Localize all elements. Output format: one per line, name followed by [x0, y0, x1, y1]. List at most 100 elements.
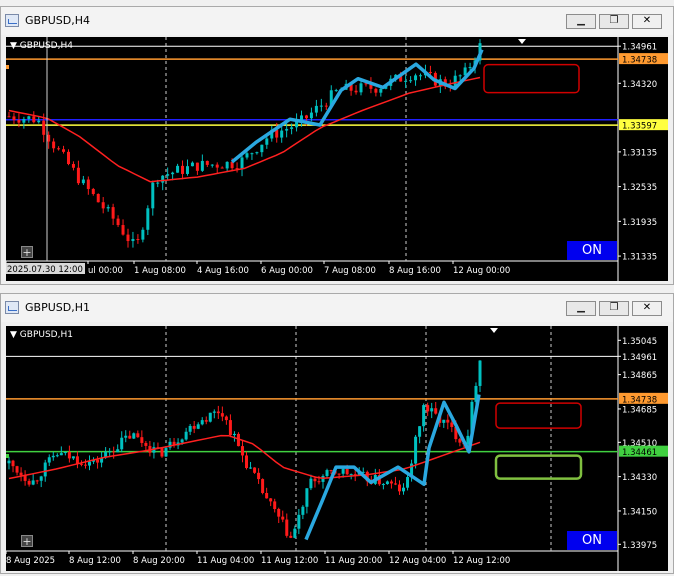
candle-body	[212, 411, 216, 413]
chart-window-icon	[5, 301, 19, 314]
candle-body	[96, 193, 100, 203]
on-toggle-button[interactable]: ON	[567, 531, 617, 550]
candle-body	[190, 162, 194, 167]
candle-body	[136, 239, 140, 241]
on-toggle-button[interactable]: ON	[567, 241, 617, 260]
price-chart-h4[interactable]: 1.34961 1.34738 1.34320 1.33597 1.33135 1.325…	[6, 37, 668, 281]
crosshair-time-label: 2025.07.30 12:00	[7, 265, 83, 275]
candle-body	[329, 470, 333, 472]
candle-body	[325, 470, 329, 476]
crosshair-toggle-icon[interactable]: +	[21, 535, 33, 547]
candle-body	[422, 405, 426, 427]
time-axis-label: 8 Aug 12:00	[69, 556, 121, 566]
minimize-button[interactable]: ▁	[566, 14, 596, 29]
candle-body	[301, 506, 305, 515]
candle-body	[200, 160, 204, 171]
candle-body	[55, 455, 59, 457]
level-marker	[6, 454, 9, 458]
symbol-text: GBPUSD,H1	[19, 330, 73, 340]
candle-body	[402, 487, 406, 492]
candle-body	[37, 120, 41, 123]
candle-body	[146, 208, 150, 230]
candle-body	[290, 127, 294, 129]
price-axis-label: 1.34150	[622, 507, 657, 517]
minimize-button[interactable]: ▁	[566, 301, 596, 316]
candle-body	[285, 519, 289, 536]
close-button[interactable]: ✕	[632, 301, 662, 316]
candle-body	[397, 484, 401, 492]
candle-body	[47, 134, 51, 142]
candle-body	[166, 174, 170, 176]
price-tag-label: 1.33597	[622, 122, 657, 132]
candle-body	[47, 457, 51, 463]
candle-body	[43, 462, 47, 477]
candle-body	[319, 105, 323, 107]
candle-body	[51, 455, 55, 458]
candle-body	[225, 161, 229, 169]
candle-body	[108, 451, 112, 453]
candle-body	[374, 88, 378, 93]
candle-body	[11, 460, 15, 467]
window-titlebar[interactable]: GBPUSD,H4 ▁ ❐ ✕	[1, 7, 673, 35]
chart-window-icon	[5, 14, 19, 27]
candle-body	[116, 218, 120, 226]
candle-body	[42, 120, 46, 135]
candle-body	[317, 481, 321, 483]
candle-body	[208, 412, 212, 422]
time-axis-label: 8 Aug 16:00	[389, 266, 441, 276]
candle-body	[215, 164, 219, 168]
price-tag-label: 1.34738	[622, 56, 657, 66]
shift-marker-icon	[518, 39, 526, 44]
candle-body	[88, 461, 92, 466]
candle-body	[285, 128, 289, 131]
window-titlebar[interactable]: GBPUSD,H1 ▁ ❐ ✕	[1, 294, 673, 322]
price-axis-label: 1.34961	[622, 43, 657, 53]
candle-body	[426, 405, 430, 412]
candle-body	[200, 420, 204, 425]
candle-body	[83, 464, 87, 466]
candle-body	[141, 229, 145, 240]
candle-body	[269, 498, 273, 502]
candle-body	[224, 416, 228, 421]
candle-body	[171, 172, 175, 175]
candle-body	[22, 118, 26, 123]
time-axis-label: 7 Aug 08:00	[324, 266, 376, 276]
candle-body	[128, 435, 132, 439]
candle-body	[341, 468, 345, 474]
price-chart-h1[interactable]: 1.35045 1.34961 1.34865 1.34738 1.34685 1.345…	[6, 326, 668, 571]
candle-body	[273, 501, 277, 510]
price-axis-label: 1.31335	[622, 253, 657, 263]
price-axis-label: 1.32535	[622, 183, 657, 193]
candle-body	[337, 473, 341, 475]
level-marker	[6, 65, 9, 69]
candle-body	[111, 207, 115, 219]
candle-body	[414, 436, 418, 464]
candle-body	[27, 116, 31, 119]
candle-body	[32, 116, 36, 123]
candle-body	[121, 225, 125, 235]
candle-body	[188, 425, 192, 432]
candle-body	[249, 467, 253, 469]
candle-body	[324, 105, 328, 107]
close-button[interactable]: ✕	[632, 14, 662, 29]
candle-body	[458, 75, 462, 77]
crosshair-toggle-icon[interactable]: +	[21, 246, 33, 258]
candle-body	[124, 435, 128, 438]
candle-body	[31, 480, 35, 485]
restore-button[interactable]: ❐	[599, 14, 629, 29]
candle-body	[67, 451, 71, 459]
candle-body	[91, 188, 95, 194]
candle-body	[385, 481, 389, 485]
candle-body	[458, 439, 462, 443]
symbol-text: GBPUSD,H4	[19, 41, 73, 51]
candle-body	[345, 468, 349, 475]
restore-button[interactable]: ❐	[599, 301, 629, 316]
candle-body	[210, 164, 214, 166]
candle-body	[250, 153, 254, 155]
candle-body	[15, 466, 19, 473]
price-tag-label: 1.34461	[622, 448, 657, 458]
candle-body	[164, 447, 168, 457]
candle-body	[220, 167, 224, 169]
candle-body	[136, 433, 140, 438]
time-axis-label: 1 Aug 08:00	[134, 266, 186, 276]
